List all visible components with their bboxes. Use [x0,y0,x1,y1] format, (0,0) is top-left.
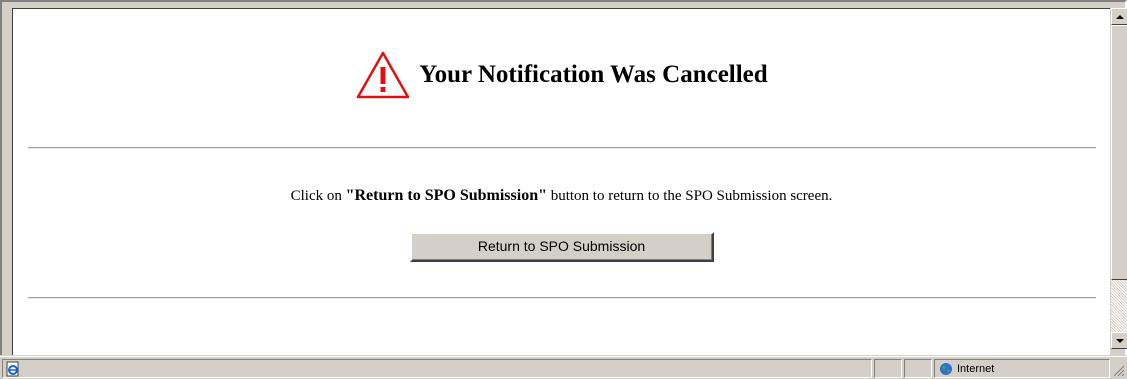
top-divider [28,147,1096,149]
vertical-scrollbar[interactable] [1111,8,1127,349]
message-suffix: button to return to the SPO Submission s… [546,188,833,204]
resize-grip-icon[interactable] [1113,365,1125,377]
warning-triangle-icon [357,51,410,99]
return-to-spo-submission-button[interactable]: Return to SPO Submission [409,232,714,262]
ie-page-icon [6,361,19,377]
page-content: Your Notification Was Cancelled Click on… [12,8,1110,355]
security-zone-pane[interactable]: Internet [934,359,1110,378]
status-bar: Internet [0,356,1127,379]
arrow-up-icon [1115,14,1124,19]
page-title: Your Notification Was Cancelled [419,61,768,88]
browser-viewport: Your Notification Was Cancelled Click on… [0,0,1127,355]
globe-icon [940,362,952,375]
arrow-down-icon [1115,338,1124,343]
message-prefix: Click on [290,188,346,204]
status-main-pane [2,359,872,378]
scroll-thumb[interactable] [1111,25,1127,280]
zone-label: Internet [957,362,995,375]
status-pane-a [874,359,902,378]
message-emphasis: "Return to SPO Submission" [345,187,547,204]
scroll-down-button[interactable] [1111,332,1127,349]
title-row: Your Notification Was Cancelled [13,50,1110,100]
instruction-message: Click on "Return to SPO Submission" butt… [13,187,1110,205]
button-row: Return to SPO Submission [13,232,1110,262]
bottom-divider [28,297,1096,299]
scroll-up-button[interactable] [1111,8,1127,25]
scroll-track[interactable] [1111,280,1127,332]
status-pane-b [904,359,932,378]
